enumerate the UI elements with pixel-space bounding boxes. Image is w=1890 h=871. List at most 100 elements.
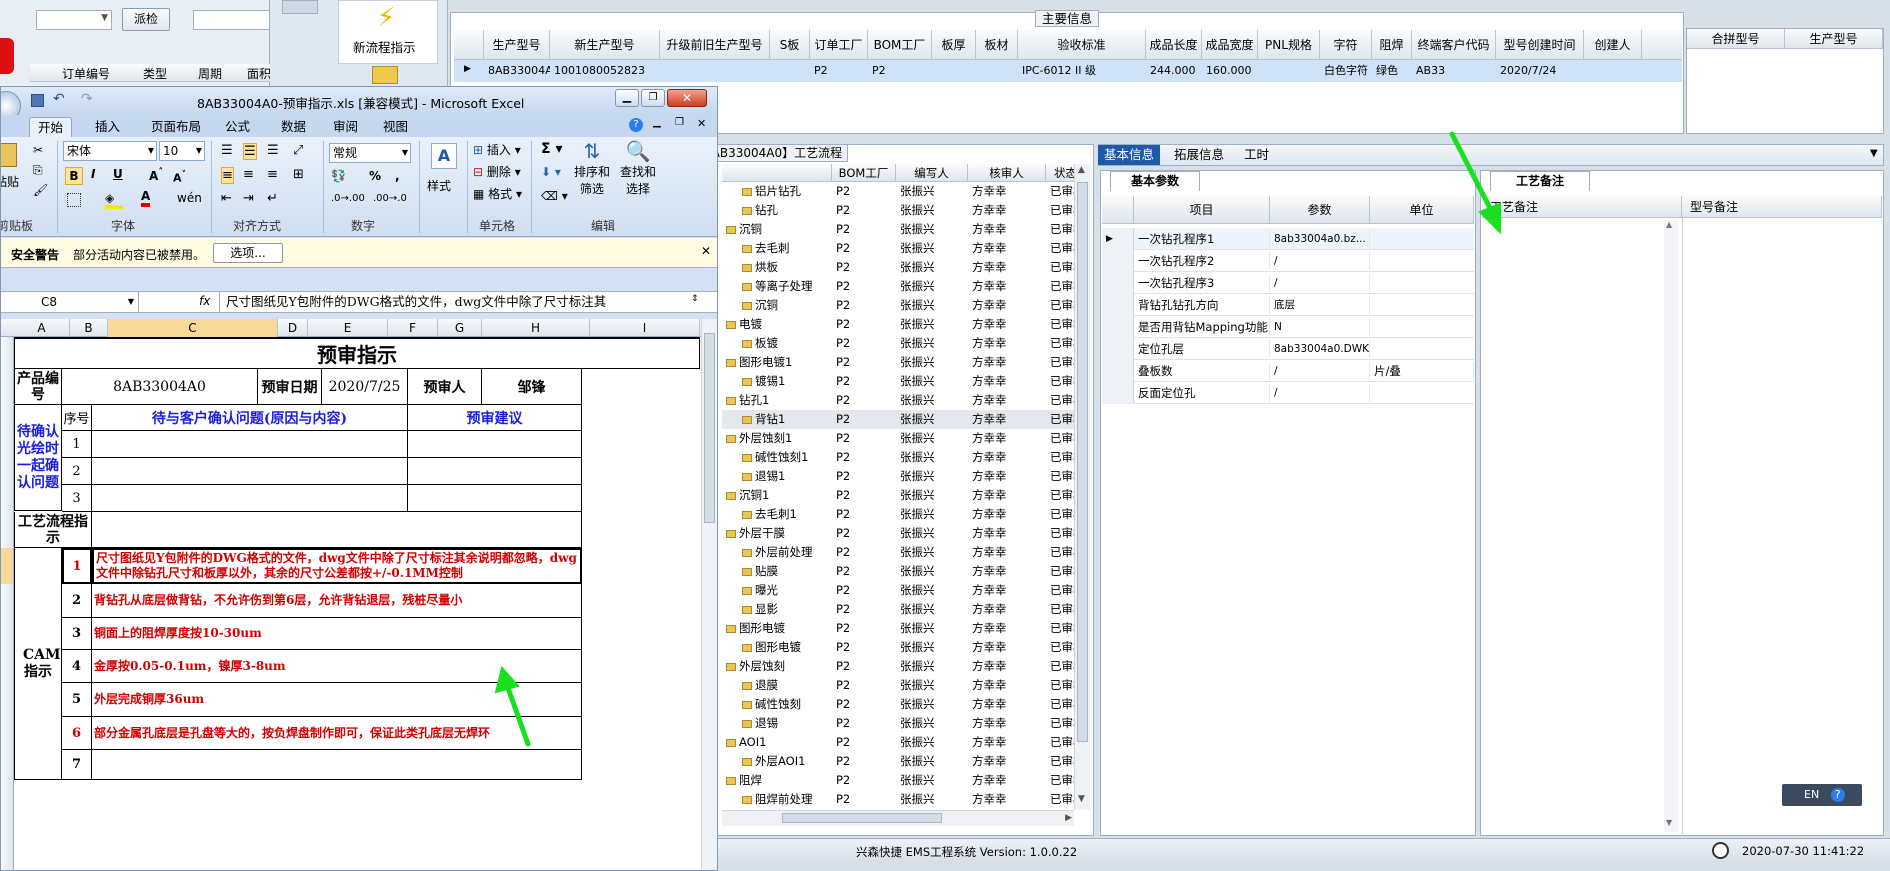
cam-num[interactable]: 3 bbox=[62, 618, 92, 650]
align-center-icon[interactable]: ≡ bbox=[243, 167, 254, 182]
increase-decimal-icon[interactable]: .0→.00 bbox=[331, 193, 365, 204]
ribbon-tab[interactable]: 开始 bbox=[29, 117, 73, 137]
main-cell[interactable]: 2020/7/24 bbox=[1496, 62, 1584, 80]
cam-item[interactable]: 铜面上的阻焊厚度按10-30um bbox=[92, 618, 582, 650]
reviewer-value[interactable]: 邹锋 bbox=[482, 369, 582, 405]
ribbon-tab[interactable]: 公式 bbox=[217, 117, 258, 137]
suggest-cell[interactable] bbox=[408, 485, 582, 512]
main-cell[interactable]: 160.000 bbox=[1202, 62, 1258, 80]
sheet-vscrollbar[interactable] bbox=[701, 319, 717, 870]
cam-item[interactable]: 尺寸图纸见Y包附件的DWG格式的文件，dwg文件中除了尺寸标注其余说明都忽略，d… bbox=[92, 548, 582, 584]
flow-row[interactable]: 显影 P2 张振兴 方幸幸 已审核 bbox=[722, 600, 1074, 619]
product-no-value[interactable]: 8AB33004A0 bbox=[62, 369, 258, 405]
copy-icon[interactable]: ⎘ bbox=[33, 163, 43, 178]
main-grid-row[interactable]: ▶ 8AB33004A01001080052823 P2P2 IPC-6012 II … bbox=[454, 60, 1682, 82]
column-header[interactable]: D bbox=[278, 319, 308, 337]
cam-num[interactable]: 6 bbox=[62, 717, 92, 750]
flow-row[interactable]: 外层蚀刻1 P2 张振兴 方幸幸 已审核 bbox=[722, 429, 1074, 448]
restore-button[interactable]: ❐ bbox=[641, 89, 665, 107]
fill-icon[interactable]: ⬇ ▾ bbox=[541, 165, 561, 179]
align-bottom-icon[interactable]: ☰ bbox=[267, 143, 279, 158]
flow-row[interactable]: 退锡1 P2 张振兴 方幸幸 已审核 bbox=[722, 467, 1074, 486]
flow-row[interactable]: 曝光 P2 张振兴 方幸幸 已审核 bbox=[722, 581, 1074, 600]
params-row[interactable]: 背钻孔钻孔方向 底层 bbox=[1102, 294, 1474, 316]
outdent-icon[interactable]: ⇥ bbox=[243, 191, 254, 206]
border-icon[interactable] bbox=[67, 193, 81, 207]
autosum-icon[interactable]: Σ ▾ bbox=[541, 141, 562, 157]
font-name-select[interactable]: 宋体 ▼ bbox=[63, 141, 157, 161]
paste-button[interactable]: 粘贴 bbox=[1, 141, 23, 201]
ime-bar[interactable]: EN ? bbox=[1782, 784, 1862, 806]
params-row[interactable]: 反面定位孔 / bbox=[1102, 382, 1474, 404]
scroll-thumb[interactable] bbox=[1077, 182, 1088, 742]
column-header[interactable]: H bbox=[482, 319, 590, 337]
basic-params-tab[interactable]: 基本参数 bbox=[1110, 171, 1200, 191]
flow-row[interactable]: 图形电镀 P2 张振兴 方幸幸 已审核 bbox=[722, 619, 1074, 638]
ribbon-minimize-icon[interactable]: ▁ bbox=[653, 117, 661, 128]
orientation-icon[interactable]: ⤢ bbox=[293, 143, 303, 158]
cam-num[interactable]: 5 bbox=[62, 683, 92, 717]
flow-row[interactable]: 铝片钻孔 P2 张振兴 方幸幸 已审核 bbox=[722, 182, 1074, 201]
review-date-label[interactable]: 预审日期 bbox=[258, 369, 322, 405]
column-header[interactable]: G bbox=[438, 319, 482, 337]
align-right-icon[interactable]: ≡ bbox=[267, 167, 278, 182]
minimize-button[interactable]: ▁ bbox=[615, 89, 639, 107]
flow-row[interactable]: 等离子处理 P2 张振兴 方幸幸 已审核 bbox=[722, 277, 1074, 296]
suggest-label[interactable]: 预审建议 bbox=[408, 405, 582, 431]
cam-num[interactable]: 2 bbox=[62, 584, 92, 618]
flow-row[interactable]: 沉铜 P2 张振兴 方幸幸 已审核 bbox=[722, 296, 1074, 315]
flow-row[interactable]: 去毛刺1 P2 张振兴 方幸幸 已审核 bbox=[722, 505, 1074, 524]
fx-icon[interactable]: fx bbox=[199, 294, 210, 308]
cut-icon[interactable]: ✂ bbox=[33, 143, 43, 157]
undo-icon[interactable]: ↶ bbox=[53, 91, 65, 107]
sheet-title[interactable]: 预审指示 bbox=[14, 339, 700, 369]
cam-item[interactable]: 外层完成铜厚36um bbox=[92, 683, 582, 717]
process-note-tab[interactable]: 工艺备注 bbox=[1490, 171, 1590, 191]
cam-item[interactable]: 背钻孔从底层做背钻，不允许伤到第6层，允许背钻退层，残桩尽量小 bbox=[92, 584, 582, 618]
flow-row[interactable]: 图形电镀 P2 张振兴 方幸幸 已审核 bbox=[722, 638, 1074, 657]
scroll-up-icon[interactable]: ▲ bbox=[1078, 165, 1085, 175]
column-header[interactable]: A bbox=[14, 319, 70, 337]
flow-row[interactable]: 电镀 P2 张振兴 方幸幸 已审核 bbox=[722, 315, 1074, 334]
flow-hscrollbar[interactable]: ▶ bbox=[722, 810, 1074, 826]
review-date-value[interactable]: 2020/7/25 bbox=[322, 369, 408, 405]
params-row[interactable]: 是否用背钻Mapping功能 N bbox=[1102, 316, 1474, 338]
flow-row[interactable]: 钻孔 P2 张振兴 方幸幸 已审核 bbox=[722, 201, 1074, 220]
name-box[interactable]: C8 ▼ bbox=[1, 292, 139, 312]
style-button[interactable]: A 样式 bbox=[425, 143, 465, 213]
close-warning-icon[interactable]: ✕ bbox=[701, 244, 711, 258]
column-header[interactable]: C bbox=[108, 319, 278, 337]
merge-icon[interactable]: ⊞ bbox=[293, 167, 304, 182]
cam-num[interactable]: 1 bbox=[62, 548, 92, 584]
save-icon[interactable] bbox=[31, 94, 44, 107]
indent-icon[interactable]: ⇤ bbox=[221, 191, 232, 206]
flow-row[interactable]: 钻孔1 P2 张振兴 方幸幸 已审核 bbox=[722, 391, 1074, 410]
flow-row[interactable]: 板镀 P2 张振兴 方幸幸 已审核 bbox=[722, 334, 1074, 353]
main-cell[interactable]: IPC-6012 II 级 bbox=[1018, 62, 1146, 80]
align-left-icon[interactable]: ≡ bbox=[221, 167, 234, 184]
flow-row[interactable]: 背钻1 P2 张振兴 方幸幸 已审核 bbox=[722, 410, 1074, 429]
hscroll-thumb[interactable] bbox=[782, 813, 942, 823]
new-flow-button[interactable]: ⚡ 新流程指示 bbox=[338, 0, 438, 64]
cam-item[interactable] bbox=[92, 750, 582, 780]
issue-cell[interactable] bbox=[92, 485, 408, 512]
params-row[interactable]: 定位孔层8ab33004a0.DWKBZ bbox=[1102, 338, 1474, 360]
ribbon-close-icon[interactable]: ✕ bbox=[697, 117, 706, 130]
font-size-select[interactable]: 10 ▼ bbox=[159, 141, 205, 161]
italic-icon[interactable]: I bbox=[91, 167, 95, 181]
flow-row[interactable]: 图形电镀1 P2 张振兴 方幸幸 已审核 bbox=[722, 353, 1074, 372]
grow-font-icon[interactable]: A˄ bbox=[149, 167, 163, 183]
params-row[interactable]: ▶ 一次钻孔程序1 8ab33004a0.bz... bbox=[1102, 228, 1474, 250]
column-header[interactable]: B bbox=[70, 319, 108, 337]
help-icon[interactable]: ? bbox=[1830, 788, 1845, 802]
tab-dropdown-icon[interactable]: ▼ bbox=[1870, 148, 1878, 159]
tool-icon[interactable] bbox=[282, 0, 318, 14]
confirm-label[interactable]: 待确认光绘时一起确认问题 bbox=[14, 405, 62, 511]
help-icon[interactable]: ? bbox=[629, 118, 643, 132]
sort-filter-button[interactable]: ⇅ 排序和 筛选 bbox=[569, 139, 615, 215]
ribbon-tab[interactable]: 数据 bbox=[273, 117, 314, 137]
flow-row[interactable]: AOI1 P2 张振兴 方幸幸 已审核 bbox=[722, 733, 1074, 752]
font-color-icon[interactable]: A bbox=[141, 189, 151, 207]
phonetic-icon[interactable]: wén bbox=[177, 191, 202, 205]
tab-basic-info[interactable]: 基本信息 bbox=[1098, 145, 1161, 165]
